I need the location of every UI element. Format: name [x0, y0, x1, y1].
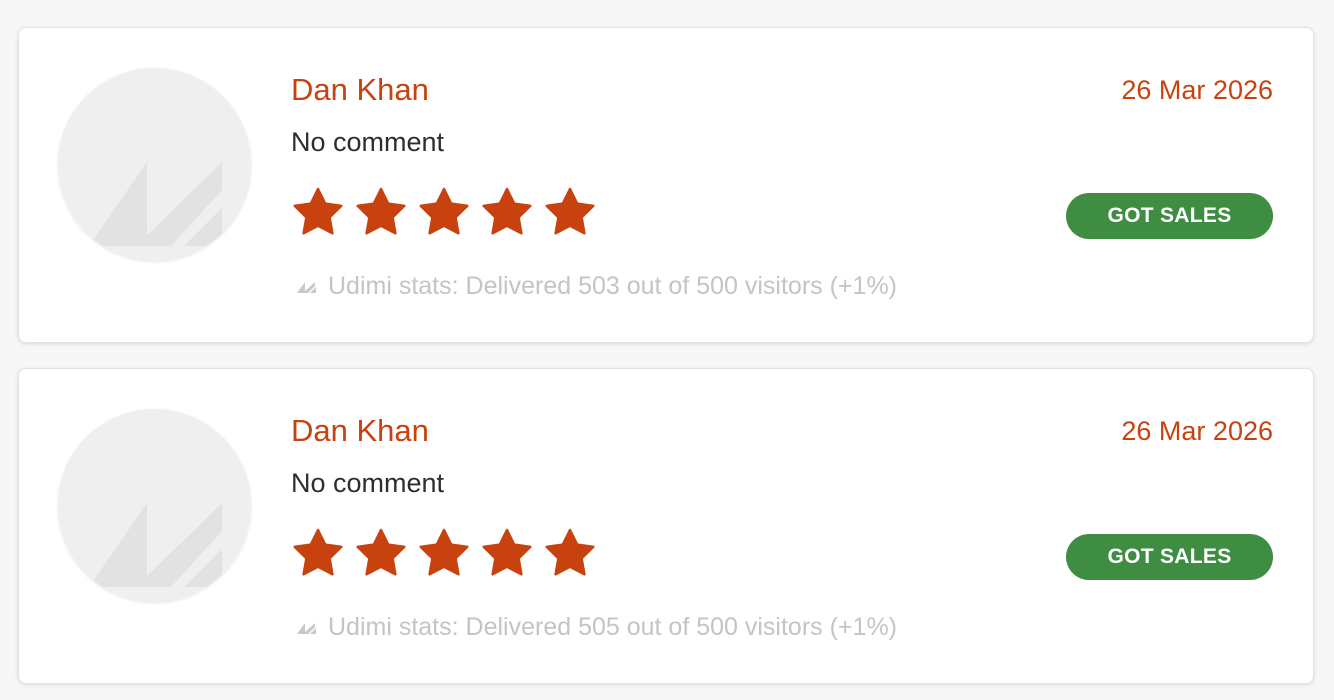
- review-card: Dan Khan 26 Mar 2026 No comment GOT SALE…: [18, 368, 1314, 684]
- udimi-logo-placeholder-icon: [89, 503, 222, 587]
- star-rating: [291, 186, 597, 240]
- star-rating: [291, 527, 597, 581]
- udimi-logo-icon: [297, 282, 316, 293]
- star-icon: [545, 528, 595, 576]
- avatar: [58, 68, 251, 261]
- star-icon: [482, 528, 532, 576]
- review-comment: No comment: [291, 127, 445, 157]
- review-card: Dan Khan 26 Mar 2026 No comment GOT SALE…: [18, 27, 1314, 343]
- star-icon: [482, 187, 532, 235]
- review-date: 26 Mar 2026: [1121, 75, 1273, 105]
- star-icon: [545, 187, 595, 235]
- reviewer-name[interactable]: Dan Khan: [291, 72, 429, 108]
- review-comment: No comment: [291, 468, 445, 498]
- got-sales-badge[interactable]: GOT SALES: [1066, 534, 1273, 580]
- reviewer-name[interactable]: Dan Khan: [291, 413, 429, 449]
- star-icon: [356, 528, 406, 576]
- udimi-logo-placeholder-icon: [89, 162, 222, 246]
- udimi-stats-text: Udimi stats: Delivered 505 out of 500 vi…: [328, 613, 897, 641]
- star-icon: [293, 528, 343, 576]
- star-icon: [356, 187, 406, 235]
- got-sales-badge[interactable]: GOT SALES: [1066, 193, 1273, 239]
- udimi-logo-icon: [297, 623, 316, 634]
- udimi-stats: Udimi stats: Delivered 505 out of 500 vi…: [296, 611, 897, 643]
- star-icon: [419, 528, 469, 576]
- star-icon: [419, 187, 469, 235]
- udimi-stats: Udimi stats: Delivered 503 out of 500 vi…: [296, 270, 897, 302]
- review-list: Dan Khan 26 Mar 2026 No comment GOT SALE…: [0, 0, 1334, 700]
- avatar: [58, 409, 251, 602]
- review-date: 26 Mar 2026: [1121, 416, 1273, 446]
- udimi-stats-text: Udimi stats: Delivered 503 out of 500 vi…: [328, 272, 897, 300]
- star-icon: [293, 187, 343, 235]
